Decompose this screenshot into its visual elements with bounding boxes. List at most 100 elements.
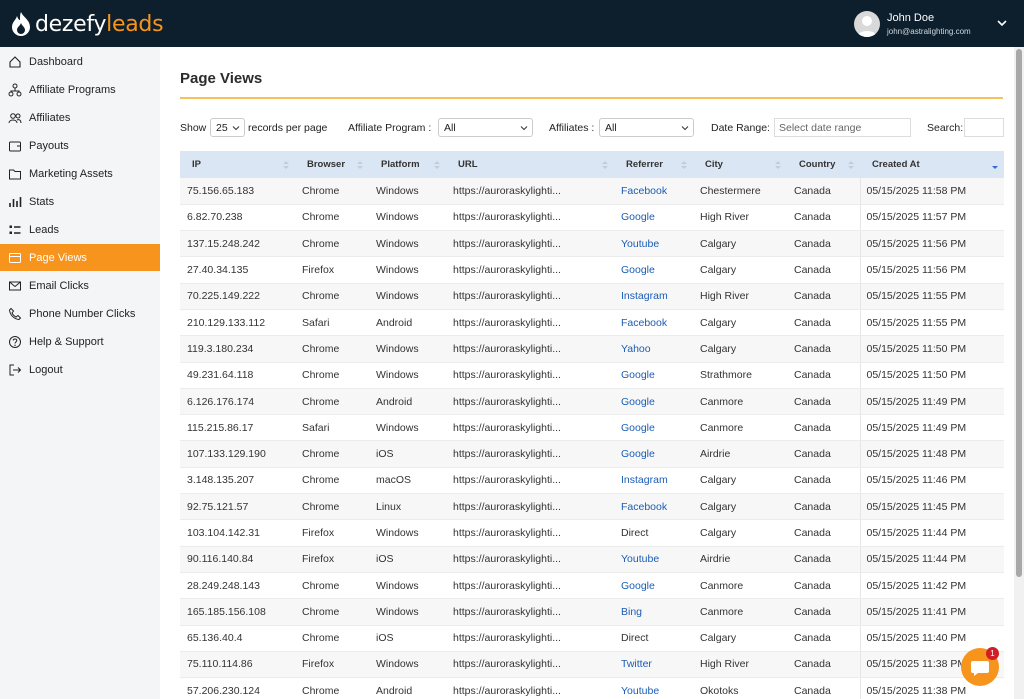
cell-platform: Windows [369,414,446,442]
cell-browser: Chrome [295,362,369,389]
sidebar-item-dashboard[interactable]: Dashboard [0,48,160,75]
cell-referrer[interactable]: Yahoo [614,335,693,363]
cell-referrer[interactable]: Google [614,572,693,600]
cell-url[interactable]: https://auroraskylighti... [446,598,614,626]
cell-browser: Safari [295,414,369,442]
affiliate-program-value: All [444,122,456,134]
cell-ip: 210.129.133.112 [180,309,295,337]
user-menu[interactable]: John Doe john@astralighting.com [834,0,1024,47]
cell-referrer: Direct [614,519,693,547]
cell-url[interactable]: https://auroraskylighti... [446,677,614,699]
cell-url[interactable]: https://auroraskylighti... [446,572,614,600]
cell-referrer[interactable]: Google [614,362,693,389]
cell-url[interactable]: https://auroraskylighti... [446,283,614,310]
sidebar: Dashboard Affiliate Programs Affiliates … [0,47,160,699]
question-icon [9,335,21,348]
column-header-referrer[interactable]: Referrer [614,151,693,178]
cell-url[interactable]: https://auroraskylighti... [446,230,614,258]
sidebar-item-label: Dashboard [29,55,83,68]
date-range-input[interactable]: Select date range [774,118,911,137]
column-header-country[interactable]: Country [787,151,860,178]
cell-country: Canada [787,388,860,416]
cell-platform: Windows [369,230,446,258]
cell-url[interactable]: https://auroraskylighti... [446,204,614,232]
sidebar-item-payouts[interactable]: Payouts [0,132,160,159]
chevron-down-icon[interactable] [994,15,1010,31]
cell-referrer[interactable]: Google [614,440,693,468]
cell-city: High River [693,651,787,679]
cell-ip: 27.40.34.135 [180,256,295,284]
sidebar-item-help-support[interactable]: Help & Support [0,328,160,355]
cell-referrer[interactable]: Facebook [614,178,693,205]
cell-referrer[interactable]: Twitter [614,651,693,679]
cell-referrer[interactable]: Google [614,204,693,232]
cell-referrer[interactable]: Google [614,256,693,284]
sidebar-item-affiliates[interactable]: Affiliates [0,104,160,131]
cell-url[interactable]: https://auroraskylighti... [446,414,614,442]
sidebar-item-marketing-assets[interactable]: Marketing Assets [0,160,160,187]
sort-icon [775,161,781,169]
cell-url[interactable]: https://auroraskylighti... [446,440,614,468]
column-header-city[interactable]: City [693,151,787,178]
cell-city: High River [693,283,787,310]
table-row: 75.156.65.183 Chrome Windows https://aurora… [180,178,1004,205]
table-row: 165.185.156.108 Chrome Windows https://auro… [180,598,1004,626]
column-header-platform[interactable]: Platform [369,151,446,178]
sidebar-item-affiliate-programs[interactable]: Affiliate Programs [0,76,160,103]
cell-url[interactable]: https://auroraskylighti... [446,388,614,416]
cell-ip: 92.75.121.57 [180,493,295,521]
affiliate-program-select[interactable]: All [438,118,533,137]
column-header-created-at[interactable]: Created At [860,151,1004,178]
cell-ip: 115.215.86.17 [180,414,295,442]
cell-referrer[interactable]: Google [614,388,693,416]
cell-platform: Windows [369,651,446,679]
cell-browser: Firefox [295,519,369,547]
page-size-select[interactable]: 25 [210,118,245,137]
cell-browser: Chrome [295,572,369,600]
cell-url[interactable]: https://auroraskylighti... [446,493,614,521]
sidebar-item-phone-number-clicks[interactable]: Phone Number Clicks [0,300,160,327]
sidebar-item-email-clicks[interactable]: Email Clicks [0,272,160,299]
cell-referrer[interactable]: Instagram [614,283,693,310]
table-row: 210.129.133.112 Safari Android https://auro… [180,309,1004,337]
column-header-ip[interactable]: IP [180,151,295,178]
cell-ip: 75.156.65.183 [180,178,295,205]
cell-url[interactable]: https://auroraskylighti... [446,467,614,495]
page-views-table: IP Browser Platform URL Referrer City Co… [180,151,1004,699]
cell-url[interactable]: https://auroraskylighti... [446,335,614,363]
cell-referrer[interactable]: Youtube [614,230,693,258]
cell-ip: 75.110.114.86 [180,651,295,679]
cell-url[interactable]: https://auroraskylighti... [446,256,614,284]
cell-referrer[interactable]: Facebook [614,309,693,337]
column-header-url[interactable]: URL [446,151,614,178]
search-input[interactable] [964,118,1004,137]
cell-url[interactable]: https://auroraskylighti... [446,178,614,205]
sidebar-item-label: Phone Number Clicks [29,307,136,320]
cell-referrer[interactable]: Facebook [614,493,693,521]
cell-referrer[interactable]: Google [614,414,693,442]
cell-url[interactable]: https://auroraskylighti... [446,625,614,652]
cell-url[interactable]: https://auroraskylighti... [446,519,614,547]
sidebar-item-stats[interactable]: Stats [0,188,160,215]
brand-logo[interactable]: dezefyleads [10,9,164,39]
scrollbar-thumb[interactable] [1016,49,1022,577]
cell-url[interactable]: https://auroraskylighti... [446,362,614,389]
cell-created-at: 05/15/2025 11:41 PM [859,598,1004,626]
page-scrollbar[interactable] [1014,47,1024,699]
sidebar-item-page-views[interactable]: Page Views [0,244,160,271]
table-row: 75.110.114.86 Firefox Windows https://auror… [180,651,1004,679]
table-row: 6.126.176.174 Chrome Android https://aurora… [180,388,1004,416]
cell-url[interactable]: https://auroraskylighti... [446,651,614,679]
column-header-browser[interactable]: Browser [295,151,369,178]
cell-ip: 6.126.176.174 [180,388,295,416]
cell-city: Airdrie [693,546,787,573]
affiliates-select[interactable]: All [599,118,694,137]
cell-referrer[interactable]: Instagram [614,467,693,495]
cell-url[interactable]: https://auroraskylighti... [446,546,614,573]
cell-referrer[interactable]: Youtube [614,677,693,699]
cell-url[interactable]: https://auroraskylighti... [446,309,614,337]
cell-referrer[interactable]: Bing [614,598,693,626]
sidebar-item-leads[interactable]: Leads [0,216,160,243]
sidebar-item-logout[interactable]: Logout [0,356,160,383]
cell-referrer[interactable]: Youtube [614,546,693,573]
